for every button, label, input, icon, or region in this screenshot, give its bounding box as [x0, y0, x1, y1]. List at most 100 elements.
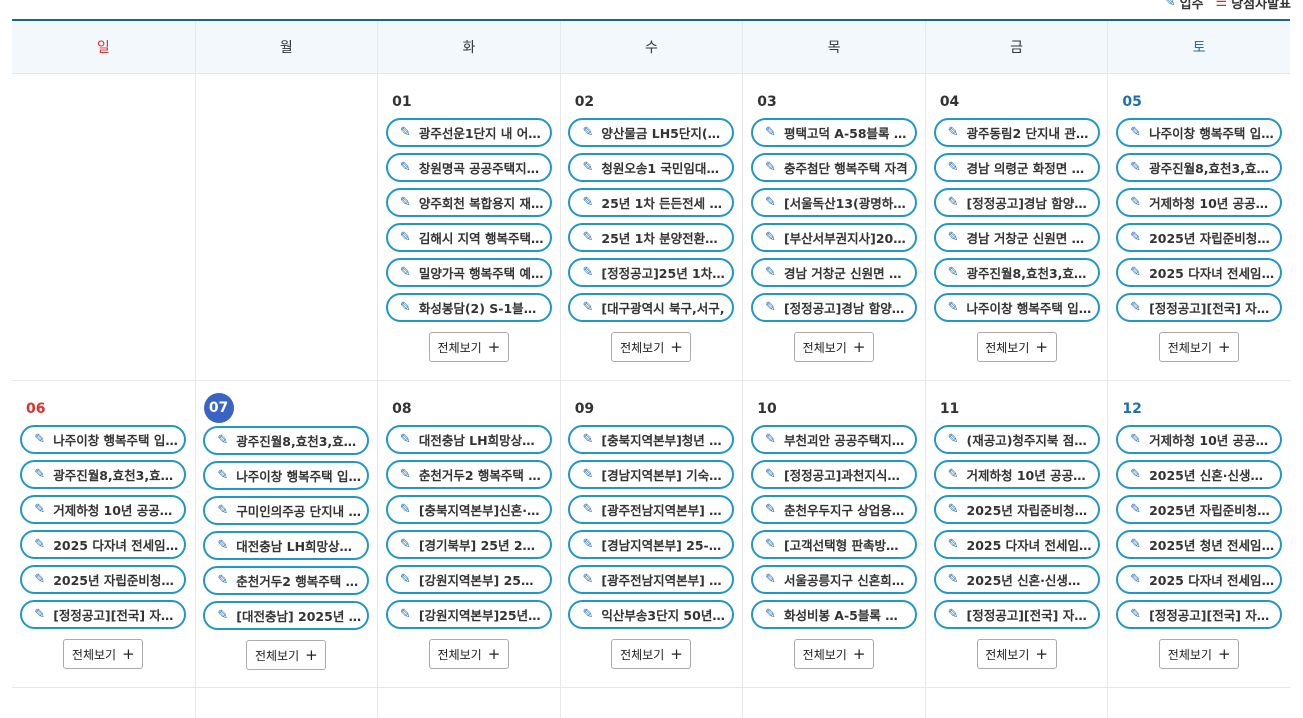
- event-item[interactable]: ✎ 청원오송1 국민임대주택: [568, 153, 735, 182]
- event-item-label: 2025년 자립준비청년(보호: [53, 573, 179, 588]
- event-item[interactable]: ✎ 거제하청 10년 공공임대: [1116, 188, 1283, 217]
- event-item[interactable]: ✎ 25년 1차 분양전환형 신혼: [568, 223, 735, 252]
- pencil-icon: ✎: [399, 125, 411, 140]
- event-item[interactable]: ✎ 대전충남 LH희망상가 입점: [385, 425, 552, 454]
- event-item[interactable]: ✎ [대전충남] 2025년 2차: [203, 601, 370, 630]
- event-item-label: [정정공고][전국] 자립준비: [1149, 608, 1274, 623]
- event-item[interactable]: ✎ [경남지역본부] 기숙사형: [568, 460, 735, 489]
- event-item[interactable]: ✎ 거제하청 10년 공공임대: [1116, 425, 1283, 454]
- event-item[interactable]: ✎ [정정공고][전국] 자립준비: [1116, 600, 1283, 629]
- event-item[interactable]: ✎ 2025년 신혼·신생아 전세: [1116, 460, 1283, 489]
- view-all-button[interactable]: 전체보기 +: [794, 639, 875, 669]
- pencil-icon: ✎: [947, 160, 959, 175]
- pencil-icon: ✎: [765, 125, 776, 140]
- view-all-button[interactable]: 전체보기 +: [976, 332, 1057, 362]
- event-item[interactable]: ✎ 익산부송3단지 50년 공공: [568, 600, 735, 629]
- event-item[interactable]: ✎ 거제하청 10년 공공임대: [933, 460, 1100, 489]
- view-all-button[interactable]: 전체보기 +: [611, 639, 692, 669]
- event-item[interactable]: ✎ [정정공고][전국] 자립준비: [20, 600, 187, 629]
- event-item[interactable]: ✎ 거제하청 10년 공공임대: [20, 495, 187, 524]
- event-item[interactable]: ✎ (재공고)청주지북 점포주택: [933, 425, 1100, 454]
- event-item[interactable]: ✎ [광주전남지역본부] 청년: [568, 495, 735, 524]
- event-item[interactable]: ✎ [강원지역본부]25년 2차: [385, 600, 552, 629]
- view-all-button[interactable]: 전체보기 +: [428, 332, 509, 362]
- event-item[interactable]: ✎ 춘천거두2 행복주택 예비: [385, 460, 552, 489]
- event-item[interactable]: ✎ 광주진월8,효천3,효천7: [203, 426, 370, 455]
- event-item[interactable]: ✎ 창원명곡 공공주택지구 내: [385, 153, 552, 182]
- event-item[interactable]: ✎ [강원지역본부] 25년 2차: [385, 565, 552, 594]
- view-all-button[interactable]: 전체보기 +: [1159, 639, 1240, 669]
- event-item[interactable]: ✎ 양주회천 복합용지 재공급: [385, 188, 552, 217]
- event-item[interactable]: ✎ [서울독산13(광명하안1): [751, 188, 918, 217]
- event-item[interactable]: ✎ 광주진월8,효천3,효천7: [20, 460, 187, 489]
- event-item[interactable]: ✎ 경남 거창군 신원면 기존: [751, 258, 918, 287]
- event-item[interactable]: ✎ 충주첨단 행복주택 자격: [751, 153, 918, 182]
- event-item[interactable]: ✎ 2025년 자립준비청년(보호: [933, 495, 1100, 524]
- event-item-label: 광주진월8,효천3,효천7: [966, 266, 1092, 281]
- event-item[interactable]: ✎ [고객선택형 판촉방안 적용: [751, 530, 918, 559]
- event-item[interactable]: ✎ [경기북부] 25년 2차 신혼: [385, 530, 552, 559]
- view-all-button[interactable]: 전체보기 +: [611, 332, 692, 362]
- calendar-day-cell: 11 ✎ (재공고)청주지북 점포주택 ✎ 거제하청 10년 공공임대 ✎ 2025년 자립…: [924, 381, 1108, 687]
- event-item[interactable]: ✎ [부산서부권지사]2025: [751, 223, 918, 252]
- event-item[interactable]: ✎ [충북지역본부]청년 매입: [568, 425, 735, 454]
- event-item[interactable]: ✎ [경남지역본부] 25-2차: [568, 530, 735, 559]
- event-list: ✎ 광주동림2 단지내 관리동 ✎ 경남 의령군 화정면 기존 ✎ [정정공고]경남 함양…: [926, 118, 1108, 322]
- event-item[interactable]: ✎ 부천괴안 공공주택지구 내: [751, 425, 918, 454]
- view-all-button[interactable]: 전체보기 +: [428, 639, 509, 669]
- event-item[interactable]: ✎ [정정공고]과천지식정보: [751, 460, 918, 489]
- event-item[interactable]: ✎ 나주이창 행복주택 입주자: [203, 461, 370, 490]
- event-item[interactable]: ✎ 서울공릉지구 신혼희망타운: [751, 565, 918, 594]
- event-item[interactable]: ✎ [정정공고][전국] 자립준비: [1116, 293, 1283, 322]
- event-item[interactable]: ✎ 광주진월8,효천3,효천7: [1116, 153, 1283, 182]
- event-item[interactable]: ✎ 춘천거두2 행복주택 예비: [203, 566, 370, 595]
- event-item[interactable]: ✎ 화성비봉 A-5블록 영구임대: [751, 600, 918, 629]
- event-item[interactable]: ✎ 광주진월8,효천3,효천7: [933, 258, 1100, 287]
- event-item[interactable]: ✎ 25년 1차 든든전세 입주자: [568, 188, 735, 217]
- event-item[interactable]: ✎ 2025년 자립준비청년(보호: [1116, 223, 1283, 252]
- event-item[interactable]: ✎ 2025 다자녀 전세임대 입주: [933, 530, 1100, 559]
- event-item[interactable]: ✎ 평택고덕 A-58블록 국민: [751, 118, 918, 147]
- event-item[interactable]: ✎ 광주동림2 단지내 관리동: [933, 118, 1100, 147]
- event-item-label: 거제하청 10년 공공임대: [966, 468, 1092, 483]
- event-item[interactable]: ✎ 밀양가곡 행복주택 예비입주: [385, 258, 552, 287]
- event-item[interactable]: ✎ 2025년 자립준비청년(보호: [20, 565, 187, 594]
- event-item[interactable]: ✎ 경남 거창군 신원면 기존: [933, 223, 1100, 252]
- event-item-label: 대전충남 LH희망상가 입점: [418, 433, 544, 448]
- event-item[interactable]: ✎ 대전충남 LH희망상가 입점: [203, 531, 370, 560]
- event-item[interactable]: ✎ [대구광역시 북구,서구,: [568, 293, 735, 322]
- view-all-button[interactable]: 전체보기 +: [1159, 332, 1240, 362]
- view-all-button[interactable]: 전체보기 +: [794, 332, 875, 362]
- event-item[interactable]: ✎ [정정공고][전국] 자립준비: [933, 600, 1100, 629]
- event-item[interactable]: ✎ 2025년 청년 전세임대 입주: [1116, 530, 1283, 559]
- event-item[interactable]: ✎ 2025 다자녀 전세임대 입주: [1116, 258, 1283, 287]
- event-item[interactable]: ✎ [정정공고]25년 1차 비주: [568, 258, 735, 287]
- event-item[interactable]: ✎ 광주선운1단지 내 어린이집: [385, 118, 552, 147]
- event-item[interactable]: ✎ [정정공고]경남 함양군 기: [933, 188, 1100, 217]
- event-item[interactable]: ✎ 화성봉담(2) S-1블록, 국민: [385, 293, 552, 322]
- event-item-label: 2025년 청년 전세임대 입주: [1149, 538, 1274, 553]
- view-all-button[interactable]: 전체보기 +: [63, 639, 144, 669]
- event-item[interactable]: ✎ [광주전남지역본부] 신혼: [568, 565, 735, 594]
- event-item[interactable]: ✎ 나주이창 행복주택 입주자: [933, 293, 1100, 322]
- event-item[interactable]: ✎ 나주이창 행복주택 입주자: [1116, 118, 1283, 147]
- event-item[interactable]: ✎ 구미인의주공 단지내 관리: [203, 496, 370, 525]
- weekday-header: 일 월 화 수 목 금 토: [12, 21, 1290, 74]
- pencil-icon: ✎: [1130, 230, 1142, 245]
- pencil-icon: ✎: [1130, 160, 1142, 175]
- event-item[interactable]: ✎ 경남 의령군 화정면 기존: [933, 153, 1100, 182]
- event-item[interactable]: ✎ 2025년 자립준비청년(보호: [1116, 495, 1283, 524]
- event-item[interactable]: ✎ 2025 다자녀 전세임대 입주: [1116, 565, 1283, 594]
- event-item[interactable]: ✎ 2025년 신혼·신생아 전세: [933, 565, 1100, 594]
- event-item[interactable]: ✎ 김해시 지역 행복주택 입주: [385, 223, 552, 252]
- view-all-button[interactable]: 전체보기 +: [976, 639, 1057, 669]
- event-item[interactable]: ✎ 춘천우두지구 상업용지 공: [751, 495, 918, 524]
- event-item[interactable]: ✎ [정정공고]경남 함양군 기: [751, 293, 918, 322]
- event-item[interactable]: ✎ 2025 다자녀 전세임대 입주: [20, 530, 187, 559]
- event-item-label: 나주이창 행복주택 입주자: [966, 301, 1092, 316]
- event-item[interactable]: ✎ 양산물금 LH5단지(양산): [568, 118, 735, 147]
- event-item[interactable]: ✎ 나주이창 행복주택 입주자: [20, 425, 187, 454]
- view-all-button[interactable]: 전체보기 +: [246, 640, 327, 670]
- event-item[interactable]: ✎ [충북지역본부]신혼·신생아: [385, 495, 552, 524]
- event-item-label: 양주회천 복합용지 재공급: [418, 196, 544, 211]
